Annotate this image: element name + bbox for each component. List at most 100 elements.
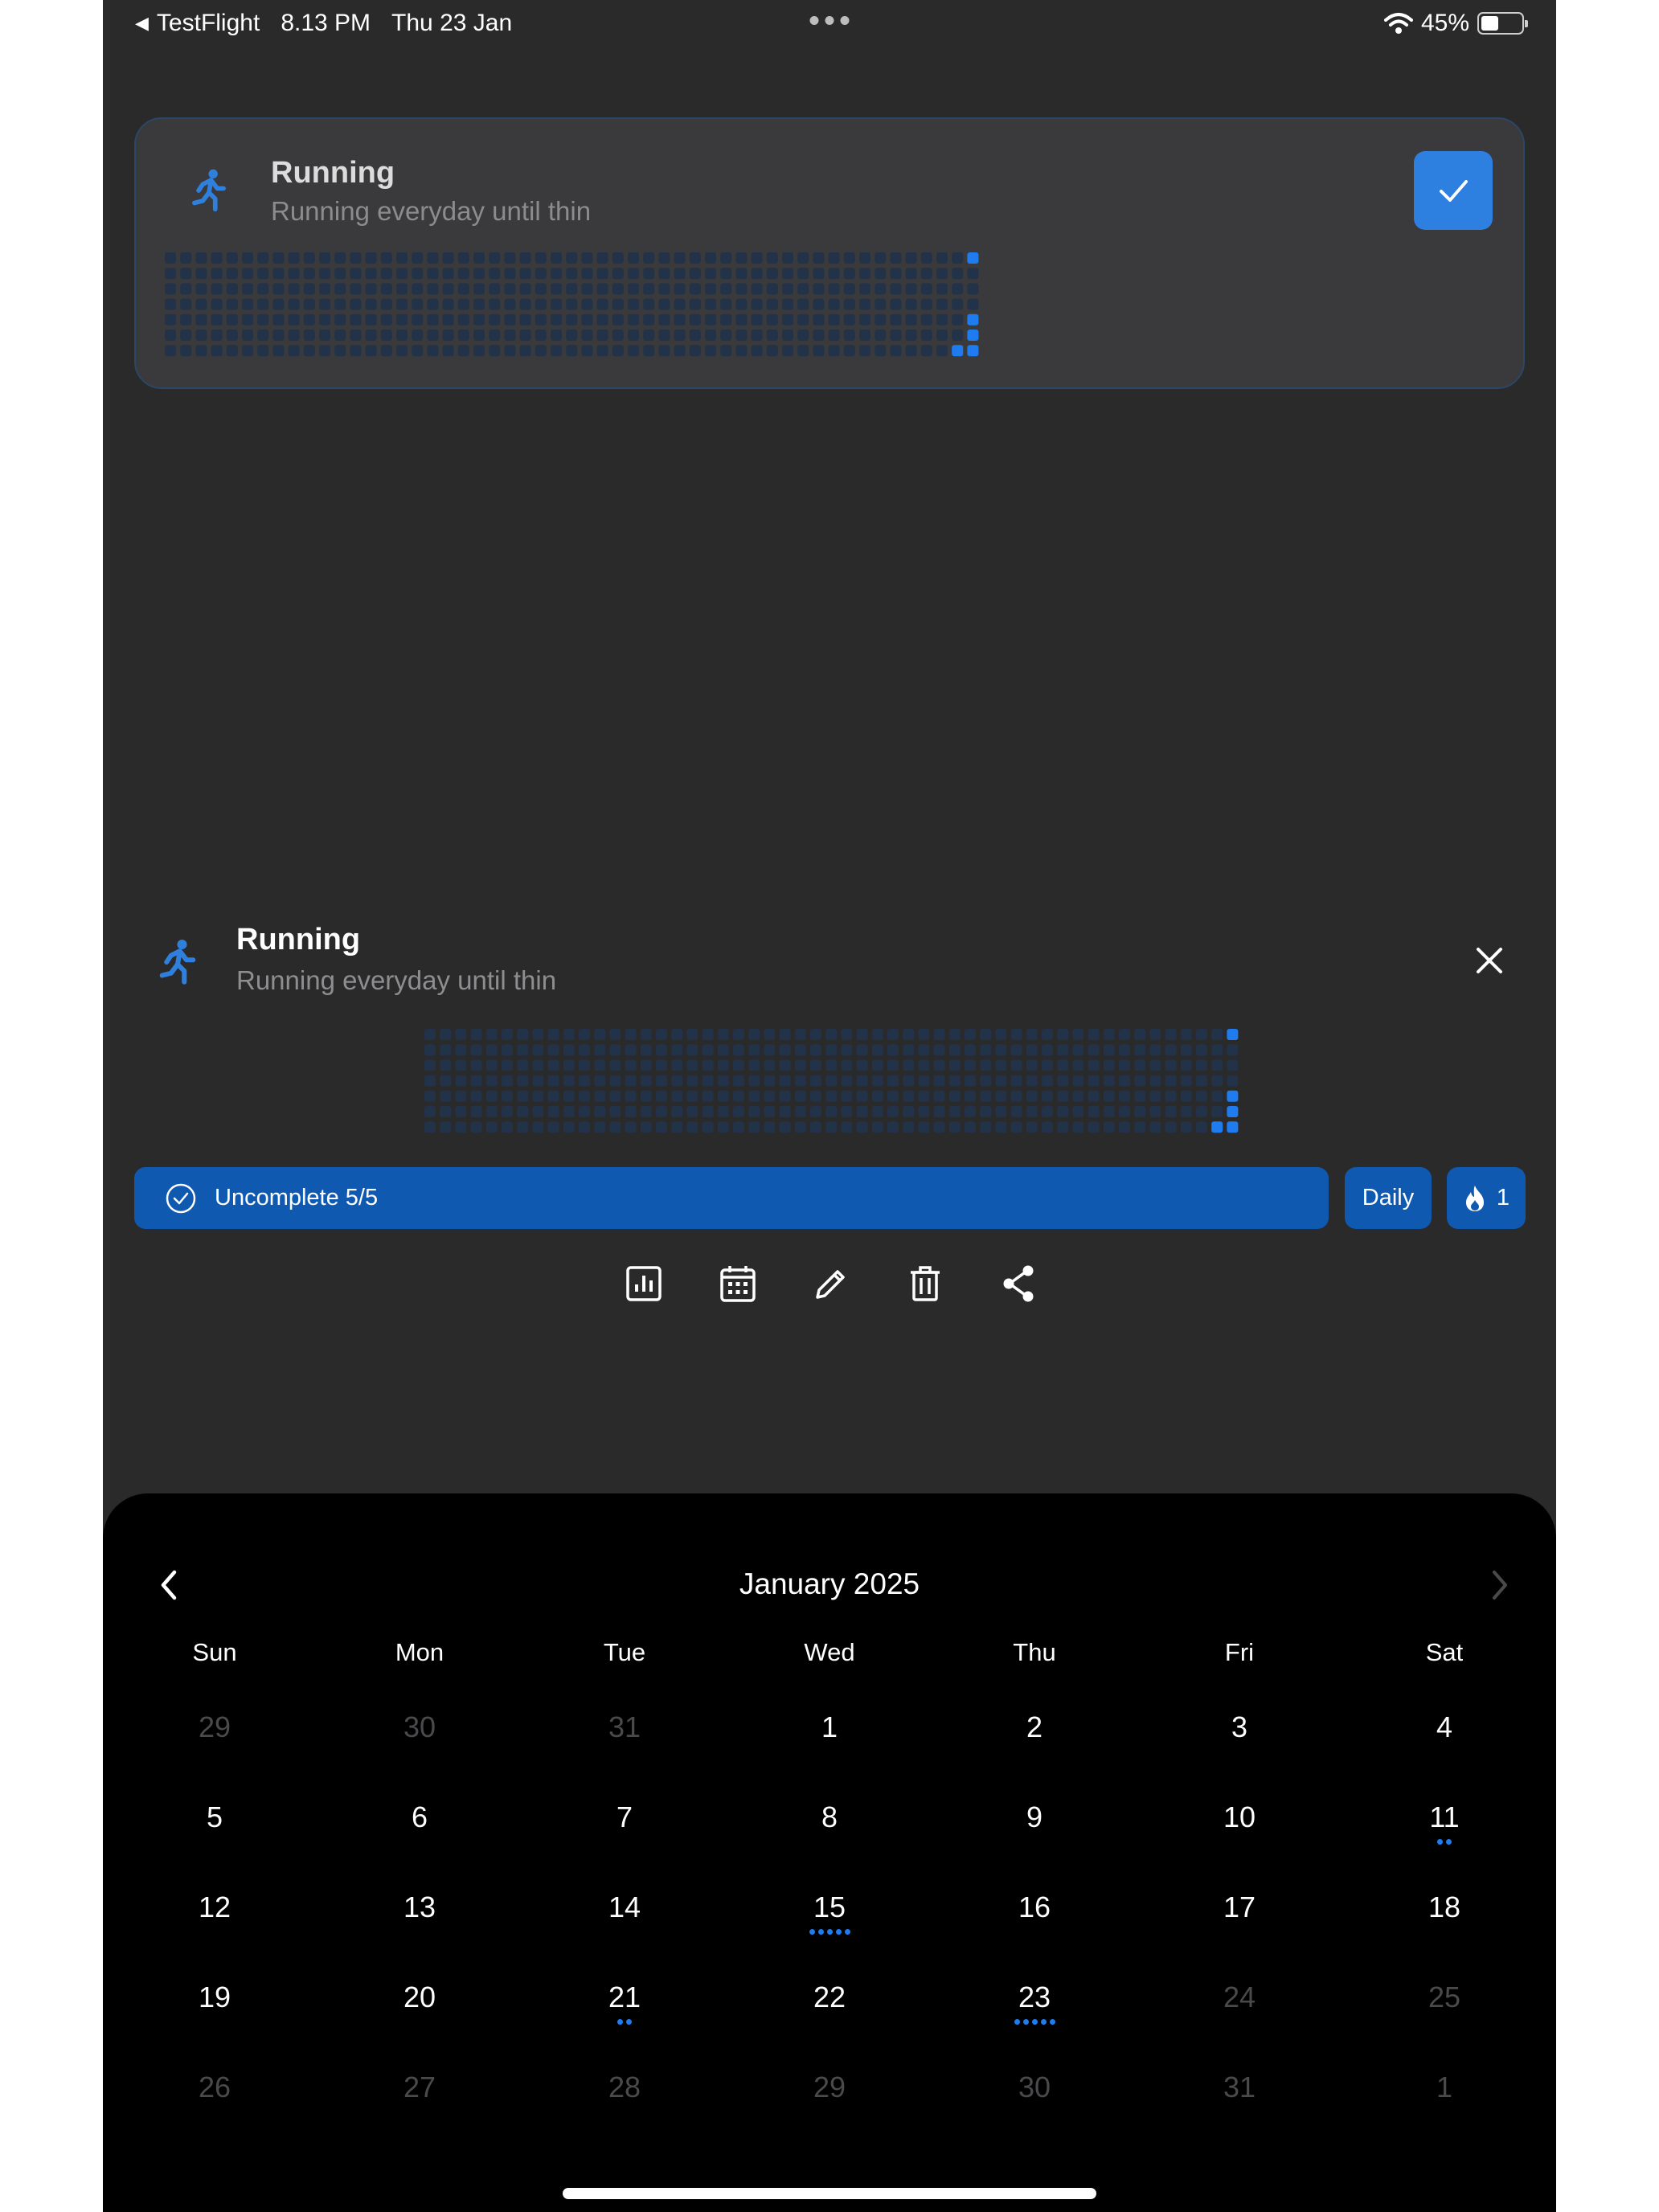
detail-heatmap-cell: [563, 1106, 575, 1117]
habit-complete-checkbox[interactable]: [1414, 151, 1493, 230]
card-heatmap-cell: [766, 252, 778, 264]
calendar-day[interactable]: 13: [363, 1890, 476, 1963]
calendar-day[interactable]: 6: [363, 1800, 476, 1873]
completion-dots: [978, 2019, 1091, 2025]
detail-heatmap-cell: [1057, 1106, 1069, 1117]
calendar-day: 29: [773, 2071, 886, 2143]
detail-heatmap-cell: [579, 1106, 590, 1117]
completion-dots: [773, 1929, 886, 1935]
card-heatmap-cell: [566, 345, 578, 357]
card-heatmap-cell: [427, 298, 439, 310]
calendar-day[interactable]: 22: [773, 1981, 886, 2053]
card-heatmap-cell: [427, 283, 439, 295]
detail-heatmap-cell: [779, 1044, 791, 1056]
delete-button[interactable]: [902, 1260, 948, 1307]
detail-heatmap-cell: [1227, 1059, 1239, 1071]
back-to-app-link[interactable]: ◀ TestFlight: [135, 10, 260, 37]
detail-heatmap-cell: [933, 1106, 945, 1117]
detail-heatmap-cell: [887, 1090, 899, 1102]
detail-heatmap-cell: [764, 1075, 776, 1087]
card-heatmap-cell: [643, 313, 655, 326]
calendar-day[interactable]: 1: [773, 1710, 886, 1783]
detail-heatmap-cell: [1165, 1075, 1177, 1087]
calendar-day[interactable]: 5: [158, 1800, 271, 1873]
calendar-day[interactable]: 10: [1183, 1800, 1296, 1873]
detail-heatmap-cell: [470, 1106, 482, 1117]
card-heatmap-cell: [751, 298, 763, 310]
calendar-day[interactable]: 18: [1388, 1890, 1501, 1963]
card-heatmap-cell: [782, 268, 793, 280]
card-heatmap-cell: [890, 283, 902, 295]
detail-heatmap-cell: [794, 1075, 806, 1087]
detail-heatmap-cell: [841, 1106, 853, 1117]
card-heatmap-cell: [782, 283, 793, 295]
card-heatmap-cell: [751, 283, 763, 295]
card-heatmap-cell: [211, 313, 223, 326]
calendar-day[interactable]: 16: [978, 1890, 1091, 1963]
calendar-day[interactable]: 20: [363, 1981, 476, 2053]
detail-heatmap-cell: [1119, 1044, 1130, 1056]
multitasking-dots-icon[interactable]: [809, 16, 850, 25]
card-heatmap-cell: [766, 313, 778, 326]
detail-heatmap-cell: [933, 1044, 945, 1056]
detail-heatmap-cell: [485, 1044, 498, 1056]
card-heatmap-cell: [442, 283, 454, 295]
detail-heatmap-cell-filled: [1211, 1121, 1223, 1133]
calendar-day[interactable]: 17: [1183, 1890, 1296, 1963]
detail-heatmap-cell: [1010, 1029, 1022, 1040]
calendar-day[interactable]: 12: [158, 1890, 271, 1963]
calendar-day: 24: [1183, 1981, 1296, 2053]
calendar-day: 31: [568, 1710, 681, 1783]
detail-heatmap-cell: [841, 1044, 853, 1056]
share-button[interactable]: [995, 1260, 1042, 1307]
edit-button[interactable]: [808, 1260, 854, 1307]
calendar-day[interactable]: 14: [568, 1890, 681, 1963]
card-heatmap-cell: [952, 313, 964, 326]
card-heatmap-cell: [489, 283, 501, 295]
card-heatmap-cell: [350, 283, 362, 295]
next-month-button[interactable]: [1482, 1567, 1518, 1603]
card-heatmap-cell: [643, 283, 655, 295]
calendar-day[interactable]: 7: [568, 1800, 681, 1873]
calendar-day[interactable]: 19: [158, 1981, 271, 2053]
calendar-day[interactable]: 11: [1388, 1800, 1501, 1873]
card-heatmap-cell: [674, 298, 686, 310]
card-heatmap-cell: [272, 313, 285, 326]
calendar-day[interactable]: 3: [1183, 1710, 1296, 1783]
detail-heatmap-cell: [702, 1059, 714, 1071]
card-heatmap-cell: [504, 268, 516, 280]
card-heatmap-cell: [612, 268, 624, 280]
detail-heatmap-cell: [1088, 1090, 1100, 1102]
frequency-button[interactable]: Daily: [1345, 1167, 1432, 1229]
home-indicator[interactable]: [563, 2188, 1096, 2199]
streak-button[interactable]: 1: [1447, 1167, 1526, 1229]
share-icon: [1003, 1265, 1034, 1302]
card-heatmap-cell: [782, 252, 793, 264]
stats-button[interactable]: [621, 1260, 667, 1307]
habit-card[interactable]: Running Running everyday until thin: [134, 117, 1525, 389]
calendar-day[interactable]: 15: [773, 1890, 886, 1963]
card-heatmap-cell: [890, 298, 902, 310]
card-heatmap-cell: [797, 268, 809, 280]
detail-heatmap-cell: [1026, 1121, 1038, 1133]
card-heatmap-cell: [720, 313, 732, 326]
detail-heatmap-cell: [594, 1121, 606, 1133]
card-heatmap-cell: [813, 283, 825, 295]
calendar-day[interactable]: 21: [568, 1981, 681, 2053]
calendar-day[interactable]: 9: [978, 1800, 1091, 1873]
calendar-day-number: 17: [1223, 1890, 1256, 1923]
card-heatmap-cell: [566, 268, 578, 280]
detail-heatmap-cell: [502, 1044, 513, 1056]
card-heatmap-cell: [813, 298, 825, 310]
calendar-day[interactable]: 2: [978, 1710, 1091, 1783]
card-heatmap-cell: [581, 252, 593, 264]
uncomplete-button[interactable]: Uncomplete 5/5: [134, 1167, 1329, 1229]
status-bar: ◀ TestFlight 8.13 PM Thu 23 Jan 45%: [103, 0, 1556, 48]
calendar-day[interactable]: 8: [773, 1800, 886, 1873]
calendar-day-number: 5: [206, 1800, 223, 1833]
calendar-day[interactable]: 4: [1388, 1710, 1501, 1783]
calendar-button[interactable]: [715, 1260, 761, 1307]
card-heatmap-cell: [272, 298, 285, 310]
close-button[interactable]: [1469, 940, 1509, 981]
calendar-day[interactable]: 23: [978, 1981, 1091, 2053]
